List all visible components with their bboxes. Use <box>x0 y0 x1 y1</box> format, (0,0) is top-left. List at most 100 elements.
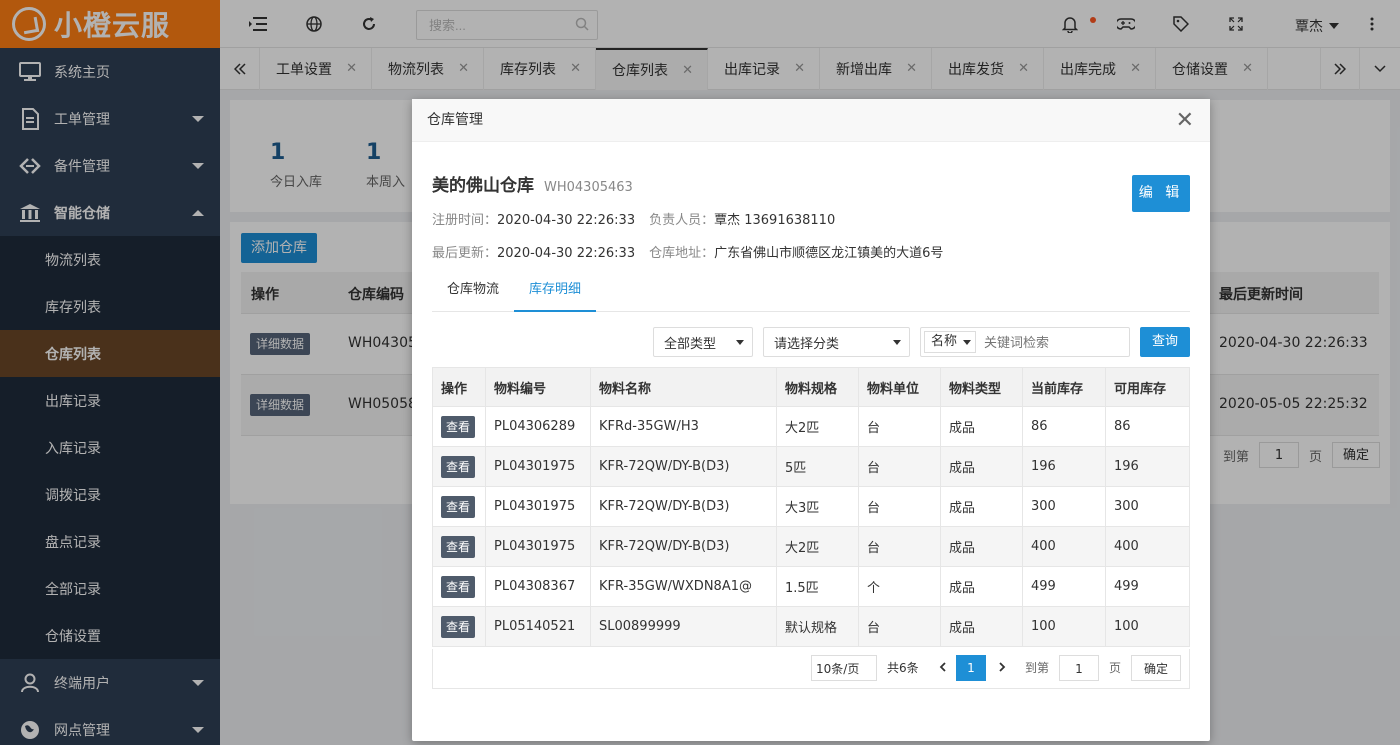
view-button[interactable]: 查看 <box>441 575 476 598</box>
name-cell: KFR-35GW/WXDN8A1@ <box>590 566 777 607</box>
per-page-select[interactable]: 10条/页 <box>811 655 877 681</box>
inventory-table: 操作 物料编号 物料名称 物料规格 物料单位 物料类型 当前库存 可用库存 查看… <box>432 367 1190 647</box>
tab-inventory-details[interactable]: 库存明细 <box>514 279 597 312</box>
per-page-value: 10条/页 <box>816 662 860 676</box>
available-cell: 400 <box>1105 526 1190 567</box>
spec-cell: 大2匹 <box>776 406 859 447</box>
current-cell: 100 <box>1022 606 1106 647</box>
code-cell: PL05140521 <box>485 606 591 647</box>
unit-cell: 台 <box>858 606 941 647</box>
address-value: 广东省佛山市顺德区龙江镇美的大道6号 <box>714 246 944 261</box>
chevron-down-icon <box>736 340 744 345</box>
col-code: 物料编号 <box>485 367 591 407</box>
tab-warehouse-logistics[interactable]: 仓库物流 <box>432 279 514 312</box>
op-cell: 查看 <box>432 566 486 607</box>
code-cell: PL04306289 <box>485 406 591 447</box>
updated-value: 2020-04-30 22:26:33 <box>497 246 636 261</box>
name-cell: KFR-72QW/DY-B(D3) <box>590 526 777 567</box>
table-header-row: 操作 物料编号 物料名称 物料规格 物料单位 物料类型 当前库存 可用库存 <box>432 367 1190 407</box>
goto-confirm-button[interactable]: 确定 <box>1131 655 1181 681</box>
prev-page-icon[interactable] <box>936 655 950 681</box>
page-1-button[interactable]: 1 <box>956 655 986 681</box>
chevron-down-icon <box>963 340 971 345</box>
spec-cell: 大2匹 <box>776 526 859 567</box>
op-cell: 查看 <box>432 446 486 487</box>
col-available: 可用库存 <box>1105 367 1190 407</box>
view-button[interactable]: 查看 <box>441 615 476 638</box>
spec-cell: 大3匹 <box>776 486 859 527</box>
page-unit-label: 页 <box>1109 661 1122 675</box>
warehouse-modal: 仓库管理 ✕ 美的佛山仓库 WH04305463 编 辑 注册时间：2020-0… <box>412 99 1210 741</box>
op-cell: 查看 <box>432 406 486 447</box>
query-button[interactable]: 查询 <box>1140 327 1190 357</box>
register-time-value: 2020-04-30 22:26:33 <box>497 213 636 228</box>
close-icon[interactable]: ✕ <box>1176 99 1194 142</box>
table-row: 查看 PL04301975 KFR-72QW/DY-B(D3) 大3匹 台 成品… <box>432 486 1190 527</box>
info-line-register: 注册时间：2020-04-30 22:26:33 负责人员：覃杰 13691638… <box>432 209 835 228</box>
keyword-search: 名称 <box>920 327 1130 357</box>
col-unit: 物料单位 <box>858 367 941 407</box>
edit-button[interactable]: 编 辑 <box>1132 175 1190 212</box>
table-row: 查看 PL05140521 SL00899999 默认规格 台 成品 100 1… <box>432 606 1190 647</box>
next-page-icon[interactable] <box>995 655 1009 681</box>
category-select[interactable]: 请选择分类 <box>763 327 910 357</box>
spec-cell: 默认规格 <box>776 606 859 647</box>
col-spec: 物料规格 <box>776 367 859 407</box>
category-select-value: 请选择分类 <box>774 336 840 352</box>
view-button[interactable]: 查看 <box>441 415 476 438</box>
type-cell: 成品 <box>940 446 1023 487</box>
table-row: 查看 PL04301975 KFR-72QW/DY-B(D3) 5匹 台 成品 … <box>432 446 1190 487</box>
code-cell: PL04301975 <box>485 486 591 527</box>
total-count: 共6条 <box>887 661 919 675</box>
code-cell: PL04301975 <box>485 446 591 487</box>
table-pager: 10条/页 共6条 1 到第 1 页 确定 <box>432 649 1190 689</box>
view-button[interactable]: 查看 <box>441 535 476 558</box>
unit-cell: 个 <box>858 566 941 607</box>
view-button[interactable]: 查看 <box>441 495 476 518</box>
modal-title: 仓库管理 <box>427 112 483 128</box>
updated-label: 最后更新： <box>432 246 498 261</box>
unit-cell: 台 <box>858 406 941 447</box>
available-cell: 300 <box>1105 486 1190 527</box>
available-cell: 196 <box>1105 446 1190 487</box>
spec-cell: 1.5匹 <box>776 566 859 607</box>
col-op: 操作 <box>432 367 486 407</box>
name-cell: KFRd-35GW/H3 <box>590 406 777 447</box>
search-field-select[interactable]: 名称 <box>924 331 976 353</box>
current-cell: 300 <box>1022 486 1106 527</box>
keyword-input[interactable] <box>984 329 1124 355</box>
spec-cell: 5匹 <box>776 446 859 487</box>
op-cell: 查看 <box>432 526 486 567</box>
modal-header: 仓库管理 ✕ <box>412 99 1210 142</box>
name-cell: SL00899999 <box>590 606 777 647</box>
info-line-updated: 最后更新：2020-04-30 22:26:33 仓库地址：广东省佛山市顺德区龙江… <box>432 242 943 261</box>
table-row: 查看 PL04306289 KFRd-35GW/H3 大2匹 台 成品 86 8… <box>432 406 1190 447</box>
type-cell: 成品 <box>940 566 1023 607</box>
code-cell: PL04301975 <box>485 526 591 567</box>
address-label: 仓库地址： <box>649 246 715 261</box>
col-type: 物料类型 <box>940 367 1023 407</box>
view-button[interactable]: 查看 <box>441 455 476 478</box>
unit-cell: 台 <box>858 486 941 527</box>
current-cell: 196 <box>1022 446 1106 487</box>
goto-label: 到第 <box>1025 661 1050 675</box>
type-cell: 成品 <box>940 606 1023 647</box>
available-cell: 86 <box>1105 406 1190 447</box>
unit-cell: 台 <box>858 446 941 487</box>
type-cell: 成品 <box>940 526 1023 567</box>
page-number-input[interactable]: 1 <box>1059 655 1099 681</box>
chevron-down-icon <box>893 340 901 345</box>
owner-value: 覃杰 13691638110 <box>714 213 836 228</box>
col-current: 当前库存 <box>1022 367 1106 407</box>
search-field-value: 名称 <box>931 334 958 349</box>
warehouse-code: WH04305463 <box>544 180 633 195</box>
warehouse-name: 美的佛山仓库 <box>432 176 534 196</box>
type-select[interactable]: 全部类型 <box>653 327 753 357</box>
owner-label: 负责人员： <box>649 213 715 228</box>
name-cell: KFR-72QW/DY-B(D3) <box>590 446 777 487</box>
current-cell: 400 <box>1022 526 1106 567</box>
available-cell: 100 <box>1105 606 1190 647</box>
type-select-value: 全部类型 <box>664 336 717 352</box>
table-row: 查看 PL04308367 KFR-35GW/WXDN8A1@ 1.5匹 个 成… <box>432 566 1190 607</box>
type-cell: 成品 <box>940 406 1023 447</box>
